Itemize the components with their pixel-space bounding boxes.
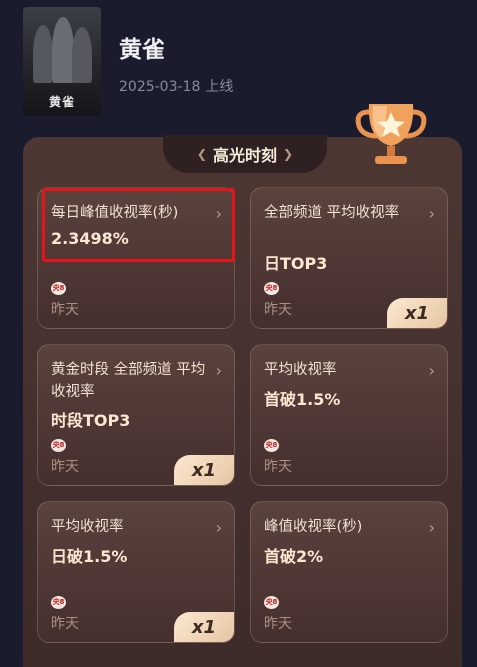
highlight-card[interactable]: 平均收视率 首破1.5% › 央8 昨天 (250, 344, 448, 486)
chevron-right-icon: › (428, 518, 435, 537)
highlight-card[interactable]: 全部频道 平均收视率 日TOP3 › 央8 昨天 x1 (250, 187, 448, 329)
highlights-header-tag: ❮ 高光时刻 ❯ (163, 135, 327, 173)
release-status: 上线 (205, 79, 234, 95)
chevron-right-icon: › (215, 204, 222, 223)
multiplier-badge: x1 (174, 455, 234, 485)
multiplier-badge: x1 (387, 298, 447, 328)
channel-logo: 央8 (264, 439, 279, 452)
card-title: 每日峰值收视率(秒) (51, 205, 179, 221)
card-value: 日破1.5% (51, 547, 128, 566)
channel-logo: 央8 (51, 596, 66, 609)
channel-logo: 央8 (264, 282, 279, 295)
channel-logo: 央8 (264, 596, 279, 609)
card-value: 首破1.5% (264, 390, 341, 409)
channel-logo: 央8 (51, 439, 66, 452)
chevron-right-icon: › (428, 361, 435, 380)
drama-title: 黄雀 (119, 37, 165, 63)
chevron-right-icon: › (215, 518, 222, 537)
card-value: 2.3498% (51, 229, 129, 248)
highlight-card[interactable]: 峰值收视率(秒) 首破2% › 央8 昨天 (250, 501, 448, 643)
drama-meta: 2025-03-18 上线 (119, 76, 238, 96)
channel-logo: 央8 (51, 282, 66, 295)
card-value: 日TOP3 (264, 254, 328, 273)
card-day: 昨天 (51, 302, 79, 318)
drama-poster[interactable]: 黄雀 (23, 7, 101, 116)
laurel-right-icon: ❯ (283, 147, 294, 161)
chevron-right-icon: › (428, 204, 435, 223)
highlight-card[interactable]: 平均收视率 日破1.5% › 央8 昨天 x1 (37, 501, 235, 643)
laurel-left-icon: ❮ (196, 147, 207, 161)
card-day: 昨天 (264, 302, 292, 318)
card-title: 平均收视率 (264, 362, 337, 378)
card-title: 峰值收视率(秒) (264, 519, 363, 535)
multiplier-badge: x1 (174, 612, 234, 642)
trophy-icon (355, 104, 427, 164)
card-day: 昨天 (264, 459, 292, 475)
chevron-right-icon: › (215, 361, 222, 380)
card-title: 全部频道 平均收视率 (264, 205, 400, 221)
card-value: 时段TOP3 (51, 411, 131, 430)
release-date: 2025-03-18 (119, 79, 201, 95)
card-day: 昨天 (51, 459, 79, 475)
highlight-card[interactable]: 每日峰值收视率(秒) 2.3498% › 央8 昨天 (37, 187, 235, 329)
highlights-header: 高光时刻 (212, 146, 277, 165)
highlight-card[interactable]: 黄金时段 全部频道 平均收视率 时段TOP3 › 央8 昨天 x1 (37, 344, 235, 486)
card-title: 平均收视率 (51, 519, 124, 535)
card-value: 首破2% (264, 547, 324, 566)
card-title: 黄金时段 全部频道 平均收视率 (51, 362, 206, 400)
poster-title: 黄雀 (48, 95, 75, 109)
card-day: 昨天 (51, 616, 79, 632)
card-day: 昨天 (264, 616, 292, 632)
